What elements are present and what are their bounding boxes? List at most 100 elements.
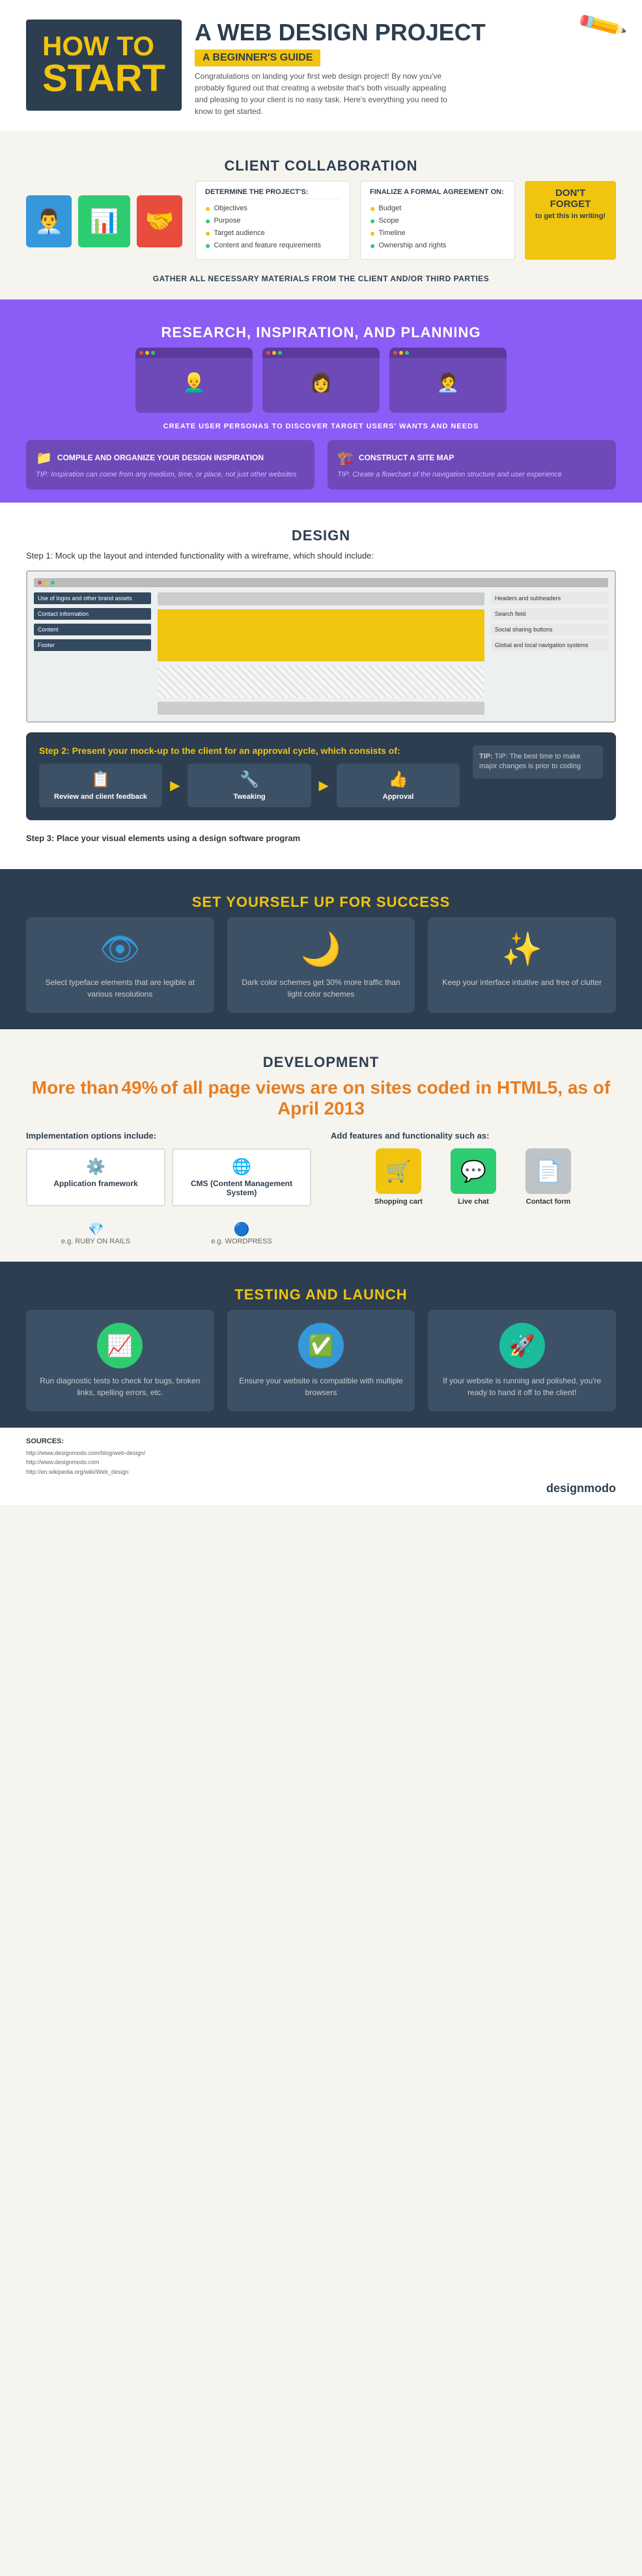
cms-icon: 🌐 — [181, 1157, 302, 1176]
wf-layout: Use of logos and other brand assets Cont… — [34, 592, 608, 715]
development-section: DEVELOPMENT More than 49% of all page vi… — [0, 1029, 642, 1262]
wf-label-content: Content — [34, 624, 151, 635]
collab-item-objectives: ● Objectives — [205, 203, 341, 214]
chat-label: Live chat — [441, 1198, 506, 1206]
dot-yellow — [44, 581, 48, 585]
setup-card-text-2: Dark color schemes get 30% more traffic … — [237, 976, 406, 1000]
setup-card-text-1: Select typeface elements that are legibl… — [36, 976, 204, 1000]
map-icon: 🏗️ — [337, 450, 354, 466]
dot-green — [51, 581, 55, 585]
screen-bar — [135, 348, 253, 358]
setup-section: SET YOURSELF UP FOR SUCCESS 👁 Select typ… — [0, 869, 642, 1029]
sources-links: http://www.designmodo.com/blog/web-desig… — [26, 1448, 616, 1476]
meeting-illustration: 🤝 — [137, 195, 182, 247]
how-to-text: HOW TO — [42, 33, 165, 60]
collab-item-scope: ● Scope — [370, 215, 505, 226]
sitemap-title: 🏗️ CONSTRUCT A SITE MAP — [337, 450, 606, 466]
testing-text-1: Run diagnostic tests to check for bugs, … — [36, 1375, 204, 1398]
wf-label-social: Social sharing buttons — [491, 624, 608, 635]
screen-bar — [389, 348, 507, 358]
diagnostic-icon: 📈 — [97, 1323, 143, 1368]
launch-icon: 🚀 — [499, 1323, 545, 1368]
folder-icon: 📁 — [36, 450, 52, 466]
collab-inner: 👨‍💼 📊 🤝 DETERMINE THE PROJECT'S: ● Objec… — [26, 181, 616, 268]
collab-item-content: ● Content and feature requirements — [205, 240, 341, 251]
collab-section-title: CLIENT COLLABORATION — [26, 146, 616, 181]
dot-red — [393, 351, 397, 355]
dont-forget-main: DON'T FORGET — [534, 187, 607, 210]
impl-framework-title: Application framework — [35, 1179, 156, 1188]
example-rails: 💎 e.g. RUBY ON RAILS — [26, 1221, 165, 1245]
review-label: Review and client feedback — [46, 793, 156, 801]
bullet-icon: ● — [205, 215, 210, 226]
dev-left: Implementation options include: ⚙️ Appli… — [26, 1131, 311, 1245]
collab-item-timeline: ● Timeline — [370, 228, 505, 238]
step2-left: Step 2: Present your mock-up to the clie… — [39, 745, 460, 807]
compile-card: 📁 COMPILE AND ORGANIZE YOUR DESIGN INSPI… — [26, 440, 314, 490]
setup-card-typeface: 👁 Select typeface elements that are legi… — [26, 917, 214, 1013]
testing-section: TESTING AND LAUNCH 📈 Run diagnostic test… — [0, 1262, 642, 1428]
sources-section: SOURCES: http://www.designmodo.com/blog/… — [0, 1428, 642, 1505]
collab-item-budget: ● Budget — [370, 203, 505, 214]
moon-icon: 🌙 — [237, 930, 406, 969]
gather-text: GATHER ALL NECESSARY MATERIALS FROM THE … — [26, 274, 616, 283]
start-text: START — [42, 60, 165, 98]
bullet-icon: ● — [205, 228, 210, 238]
step2-cards: 📋 Review and client feedback ▶ 🔧 Tweakin… — [39, 764, 460, 807]
testing-title: TESTING AND LAUNCH — [26, 1275, 616, 1310]
brand-name: designmodo — [26, 1482, 616, 1495]
sources-title: SOURCES: — [26, 1437, 616, 1445]
wf-right-labels: Headers and subheaders Search field Soci… — [491, 592, 608, 715]
feature-shopping-cart: 🛒 Shopping cart — [366, 1148, 431, 1206]
determine-box: DETERMINE THE PROJECT'S: ● Objectives ● … — [195, 181, 350, 260]
research-title: RESEARCH, INSPIRATION, AND PLANNING — [26, 312, 616, 348]
chart-illustration: 📊 — [78, 195, 130, 247]
testing-text-3: If your website is running and polished,… — [438, 1375, 606, 1398]
header-right: A WEB DESIGN PROJECT A BEGINNER'S GUIDE … — [195, 20, 616, 117]
bullet-icon: ● — [205, 203, 210, 214]
design-title: DESIGN — [26, 516, 616, 551]
chat-icon-box: 💬 — [451, 1148, 496, 1194]
dont-forget-sub: to get this in writing! — [534, 212, 607, 220]
impl-box-cms: 🌐 CMS (Content Management System) — [172, 1148, 311, 1206]
wf-label-search: Search field — [491, 608, 608, 620]
testing-cards: 📈 Run diagnostic tests to check for bugs… — [26, 1310, 616, 1411]
dot-green — [151, 351, 155, 355]
rails-icon: 💎 — [26, 1221, 165, 1238]
setup-card-text-3: Keep your interface intuitive and free o… — [438, 976, 606, 988]
subtitle-badge: A BEGINNER'S GUIDE — [195, 49, 320, 66]
design-section: DESIGN Step 1: Mock up the layout and in… — [0, 503, 642, 869]
main-title: A WEB DESIGN PROJECT — [195, 20, 616, 46]
approval-icon: 👍 — [343, 770, 453, 789]
dot-red — [266, 351, 270, 355]
step2-card-approval: 👍 Approval — [337, 764, 460, 807]
tweaking-label: Tweaking — [194, 793, 304, 801]
dev-impl: ⚙️ Application framework 🌐 CMS (Content … — [26, 1148, 311, 1206]
step2-title: Step 2: Present your mock-up to the clie… — [39, 745, 460, 756]
step1-text: Step 1: Mock up the layout and intended … — [26, 551, 616, 561]
bullet-icon: ● — [370, 240, 375, 251]
persona-screen-3: 🧑‍💼 — [389, 348, 507, 413]
step2-right: TIP: TIP: The best time to make major ch… — [473, 745, 603, 779]
cart-icon-box: 🛒 — [376, 1148, 421, 1194]
stat-percent: 49% — [121, 1077, 158, 1098]
header-description: Congratulations on landing your first we… — [195, 70, 455, 117]
research-bottom: 📁 COMPILE AND ORGANIZE YOUR DESIGN INSPI… — [26, 440, 616, 490]
testing-card-browsers: ✅ Ensure your website is compatible with… — [227, 1310, 415, 1411]
bullet-icon: ● — [205, 240, 210, 251]
collab-content: DETERMINE THE PROJECT'S: ● Objectives ● … — [195, 181, 616, 268]
persona-avatar-3: 🧑‍💼 — [437, 372, 460, 393]
wordpress-icon: 🔵 — [172, 1221, 311, 1238]
setup-cards: 👁 Select typeface elements that are legi… — [26, 917, 616, 1013]
wf-label-headers: Headers and subheaders — [491, 592, 608, 604]
dev-stat: More than 49% of all page views are on s… — [26, 1077, 616, 1119]
wf-topbar — [34, 578, 608, 587]
cart-label: Shopping cart — [366, 1198, 431, 1206]
collab-item-ownership: ● Ownership and rights — [370, 240, 505, 251]
wf-label-nav: Global and local navigation systems — [491, 639, 608, 651]
wf-center — [158, 592, 484, 715]
dot-red — [38, 581, 42, 585]
header-left: HOW TO START — [26, 20, 182, 111]
bullet-icon: ● — [370, 203, 375, 214]
browser-icon: ✅ — [298, 1323, 344, 1368]
